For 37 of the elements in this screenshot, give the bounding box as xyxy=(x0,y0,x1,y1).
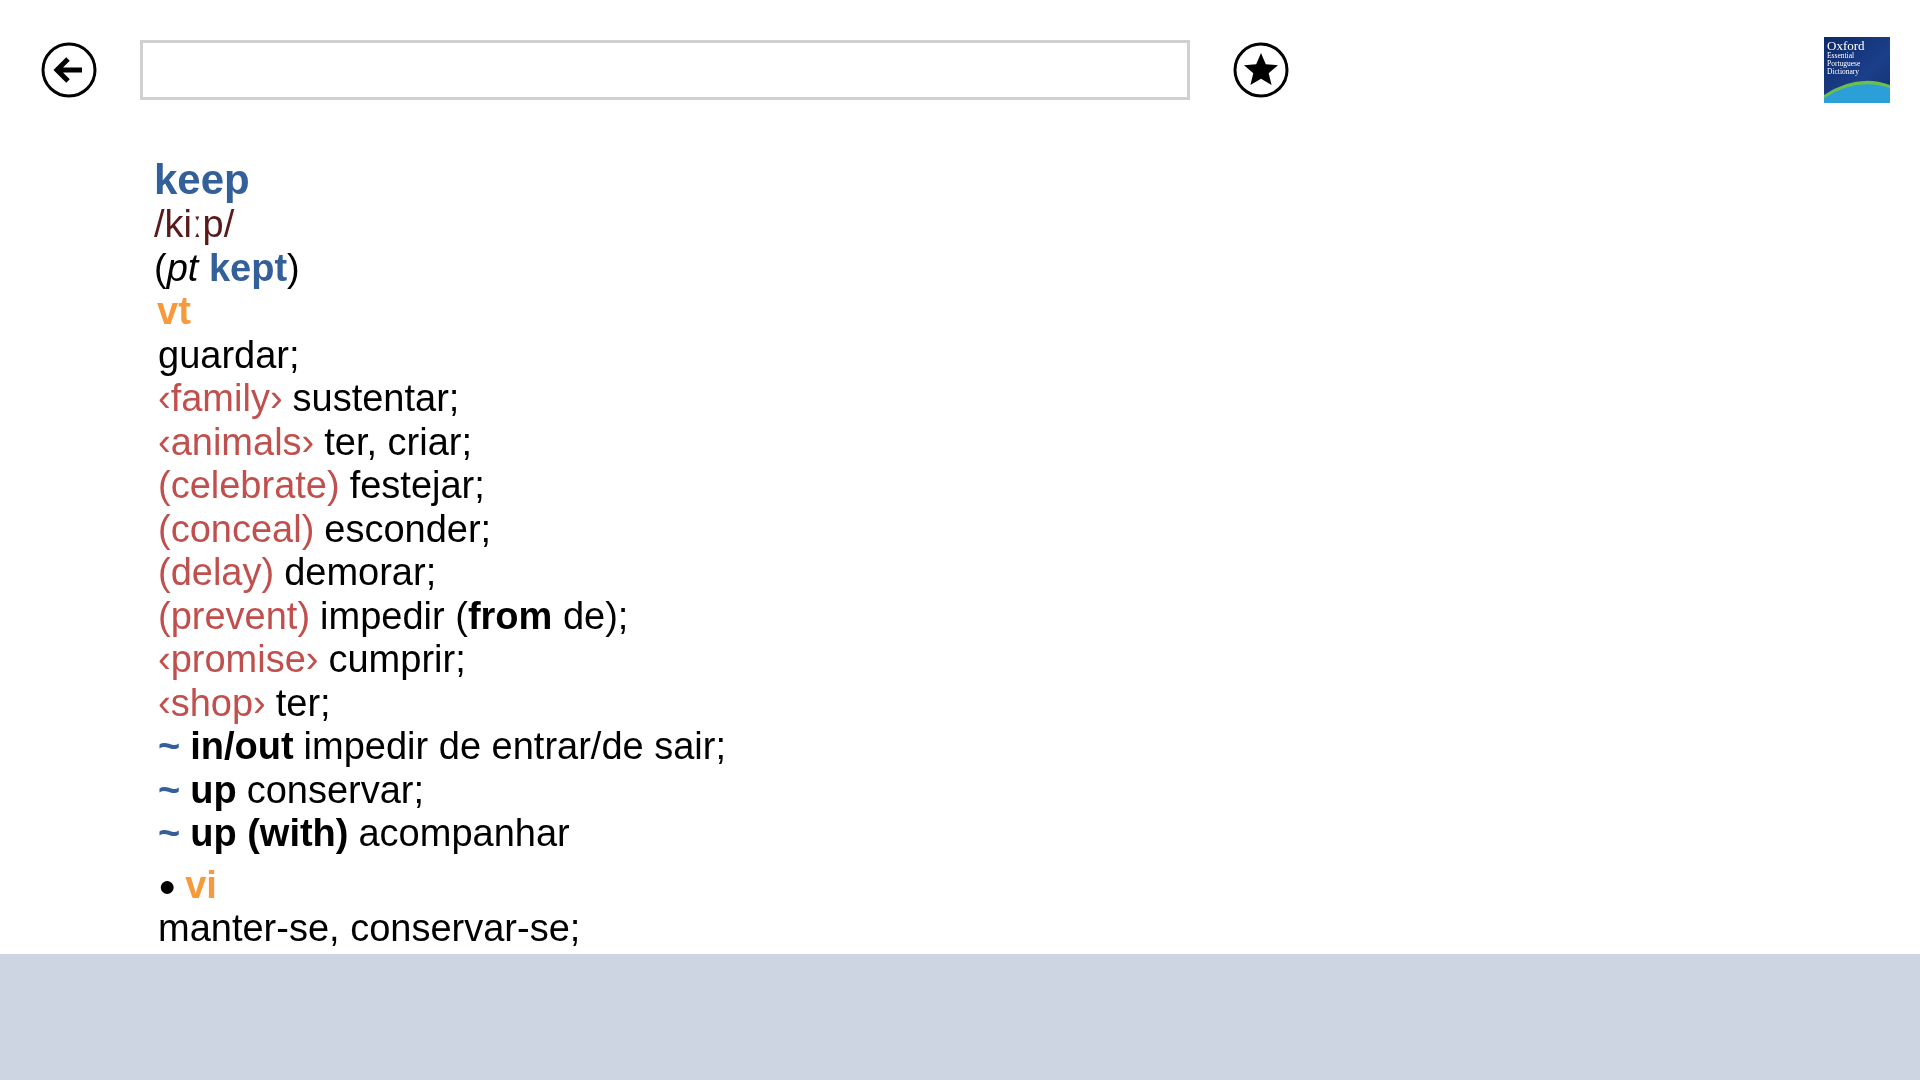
translation: impedir de entrar/de sair; xyxy=(303,725,727,767)
sense-indicator: (prevent) xyxy=(158,594,311,637)
logo-text: Oxford xyxy=(1827,39,1866,52)
sense-indicator: (conceal) xyxy=(158,507,315,550)
bullet: ● xyxy=(158,867,177,904)
translation: conservar; xyxy=(246,768,425,811)
phrase: up xyxy=(190,768,237,811)
translation: sustentar; xyxy=(292,377,460,419)
sense-indicator: ‹animals› xyxy=(158,420,315,463)
translation: impedir (from de); xyxy=(320,594,629,637)
translation: festejar; xyxy=(349,464,485,506)
translation: esconder; xyxy=(324,507,492,550)
pronunciation: /kiːp/ xyxy=(154,203,235,247)
favorite-button[interactable] xyxy=(1232,41,1290,99)
translation: cumprir; xyxy=(328,638,466,680)
inflection: (pt kept) xyxy=(154,246,300,290)
tilde: ~ xyxy=(158,768,181,811)
translation: ter, criar; xyxy=(324,420,473,463)
sense-indicator: ‹promise› xyxy=(158,638,319,680)
translation: guardar; xyxy=(158,333,300,376)
sense-indicator: (celebrate) xyxy=(158,464,340,506)
back-button[interactable] xyxy=(40,41,98,99)
translation: manter-se, conservar-se; xyxy=(158,907,581,949)
tilde: ~ xyxy=(158,812,181,854)
translation: acompanhar xyxy=(358,812,570,854)
tilde: ~ xyxy=(158,725,181,767)
sense-indicator: ‹shop› xyxy=(158,681,266,724)
part-of-speech: vi xyxy=(184,863,217,907)
translation: demorar; xyxy=(284,551,437,593)
phrase: in/out xyxy=(190,725,294,767)
phrase: up (with) xyxy=(190,812,349,854)
search-field[interactable] xyxy=(140,40,1190,100)
sense-indicator: ‹family› xyxy=(158,377,283,419)
sense-indicator: (delay) xyxy=(158,551,275,593)
part-of-speech: vt xyxy=(156,290,191,334)
translation: ter; xyxy=(275,681,331,724)
headword: keep xyxy=(154,157,250,203)
